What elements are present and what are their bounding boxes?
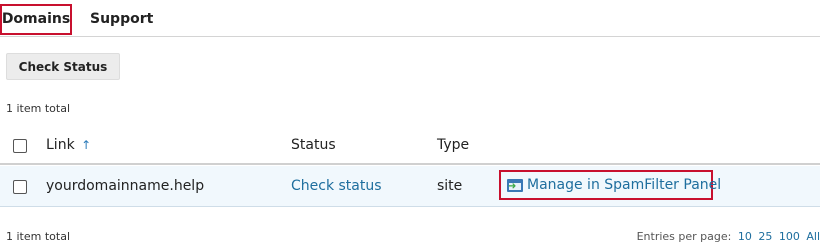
row-checkbox[interactable] [13,180,27,194]
column-header-type: Type [437,137,470,153]
table-header: Link ↑ Status Type [0,127,820,165]
check-status-link[interactable]: Check status [291,178,382,194]
entries-per-page-label: Entries per page: [636,230,732,243]
spamfilter-panel-icon: ➜ [507,179,523,192]
page-size-10[interactable]: 10 [738,230,752,243]
column-header-status: Status [291,137,336,153]
tab-highlight-box [0,4,72,35]
sort-ascending-icon: ↑ [81,138,92,152]
domain-type: site [437,178,463,194]
table-row: yourdomainname.help Check status site ➜ … [0,166,820,207]
tab-support[interactable]: Support [90,4,153,35]
manage-spamfilter-label: Manage in SpamFilter Panel [527,177,722,193]
entries-per-page: Entries per page: 10 25 100 All [637,230,820,243]
tab-bar: Domains Support [0,0,820,37]
page-size-25[interactable]: 25 [758,230,772,243]
page-size-100[interactable]: 100 [779,230,800,243]
page-size-all[interactable]: All [806,230,820,243]
tab-support-label: Support [90,11,154,27]
column-header-link-label: Link [46,137,75,153]
items-total-top: 1 item total [6,102,70,115]
select-all-checkbox[interactable] [13,139,27,153]
items-total-bottom: 1 item total [6,230,70,243]
tab-domains[interactable]: Domains [0,4,72,35]
column-header-link[interactable]: Link ↑ [46,137,91,153]
manage-spamfilter-link[interactable]: ➜ Manage in SpamFilter Panel [499,170,721,200]
domain-name: yourdomainname.help [46,178,205,194]
check-status-button[interactable]: Check Status [6,53,120,80]
